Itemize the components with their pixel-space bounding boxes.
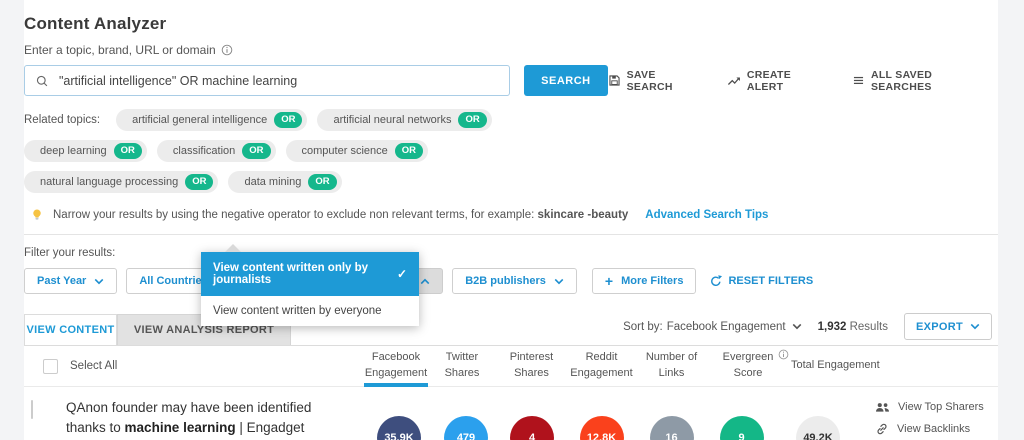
or-operator-badge[interactable]: OR [308, 174, 336, 190]
or-operator-badge[interactable]: OR [114, 143, 142, 159]
search-box [24, 65, 510, 96]
reddit-engagement-circle[interactable]: 12.8K [580, 416, 624, 440]
check-icon: ✓ [397, 267, 407, 281]
column-header-pinterest-shares[interactable]: Pinterest Shares [496, 346, 567, 386]
trending-up-icon [727, 74, 741, 88]
sort-by-label: Sort by: [623, 321, 663, 333]
or-operator-badge[interactable]: OR [458, 112, 486, 128]
search-button[interactable]: SEARCH [524, 65, 607, 96]
or-operator-badge[interactable]: OR [242, 143, 270, 159]
evergreen-score-circle[interactable]: 9 [720, 416, 764, 440]
topic-pill[interactable]: classificationOR [157, 140, 276, 162]
topic-pill[interactable]: natural language processingOR [24, 171, 218, 193]
dropdown-option-journalists-only[interactable]: View content written only by journalists… [201, 252, 419, 296]
chevron-down-icon [970, 323, 980, 330]
link-icon [875, 422, 889, 436]
results-tabbar: VIEW CONTENT VIEW ANALYSIS REPORT Sort b… [24, 315, 998, 346]
people-icon [875, 402, 890, 413]
section-divider [24, 234, 998, 235]
topic-pill[interactable]: artificial neural networksOR [317, 109, 491, 131]
column-header-number-of-links[interactable]: Number of Links [636, 346, 707, 386]
dropdown-option-everyone[interactable]: View content written by everyone [201, 296, 419, 326]
chevron-down-icon [94, 278, 104, 285]
number-of-links-circle[interactable]: 16 [650, 416, 694, 440]
reset-filters-button[interactable]: RESET FILTERS [705, 268, 817, 294]
column-header-facebook-engagement[interactable]: Facebook Engagement [364, 346, 428, 386]
table-header-row: Select All Facebook Engagement Twitter S… [24, 346, 998, 387]
create-alert-button[interactable]: CREATE ALERT [727, 69, 826, 93]
or-operator-badge[interactable]: OR [185, 174, 213, 190]
total-engagement-circle[interactable]: 49.2K [796, 416, 840, 440]
info-icon[interactable] [221, 44, 233, 56]
topic-pill[interactable]: data miningOR [228, 171, 341, 193]
filter-results-label: Filter your results: [24, 247, 998, 259]
content-analyzer-panel: Content Analyzer Enter a topic, brand, U… [24, 0, 998, 440]
tab-view-content[interactable]: VIEW CONTENT [24, 314, 117, 345]
related-topics-label: Related topics: [24, 114, 100, 126]
chevron-up-icon [420, 278, 430, 285]
column-header-twitter-shares[interactable]: Twitter Shares [428, 346, 496, 386]
plus-icon: + [605, 274, 613, 288]
lightbulb-icon [30, 208, 44, 222]
or-operator-badge[interactable]: OR [274, 112, 302, 128]
topic-pill[interactable]: artificial general intelligenceOR [116, 109, 307, 131]
dropdown-caret [225, 244, 241, 252]
select-all-label: Select All [70, 360, 117, 372]
reset-icon [709, 274, 723, 288]
article-title[interactable]: QAnon founder may have been identified t… [66, 398, 354, 439]
column-header-reddit-engagement[interactable]: Reddit Engagement [567, 346, 636, 386]
select-all-checkbox[interactable] [43, 359, 58, 374]
filter-b2b-publishers[interactable]: B2B publishers [452, 268, 577, 294]
search-icon [35, 74, 49, 88]
pinterest-shares-circle[interactable]: 4 [510, 416, 554, 440]
page-title: Content Analyzer [24, 14, 998, 34]
more-filters-button[interactable]: +More Filters [592, 268, 697, 294]
chevron-down-icon [792, 323, 802, 330]
topic-pill[interactable]: computer scienceOR [286, 140, 428, 162]
all-saved-searches-button[interactable]: ALL SAVED SEARCHES [852, 69, 990, 93]
chevron-down-icon [554, 278, 564, 285]
export-button[interactable]: EXPORT [904, 313, 992, 340]
twitter-shares-circle[interactable]: 479 [444, 416, 488, 440]
advanced-search-tips-link[interactable]: Advanced Search Tips [645, 209, 768, 221]
view-backlinks-link[interactable]: View Backlinks [875, 422, 998, 436]
article-actions: View Top Sharers View Backlinks View Ana… [859, 387, 998, 440]
sort-by-select[interactable]: Facebook Engagement [667, 321, 802, 333]
filter-time-range[interactable]: Past Year [24, 268, 117, 294]
save-search-button[interactable]: SAVE SEARCH [608, 69, 701, 93]
article-metrics: 35.9K 479 4 12.8K 16 9 49.2K [364, 387, 859, 440]
article-checkbox[interactable] [31, 400, 33, 419]
facebook-engagement-circle[interactable]: 35.9K [377, 416, 421, 440]
info-icon[interactable] [778, 349, 789, 360]
save-icon [608, 74, 621, 87]
tip-text: Narrow your results by using the negativ… [53, 209, 628, 221]
tip-example: skincare -beauty [538, 209, 629, 221]
column-header-total-engagement[interactable]: Total Engagement [789, 346, 882, 386]
article-row: QAnon founder may have been identified t… [24, 387, 998, 440]
related-topics: Related topics: artificial general intel… [24, 109, 604, 193]
view-top-sharers-link[interactable]: View Top Sharers [875, 401, 998, 413]
topic-pill[interactable]: deep learningOR [24, 140, 147, 162]
results-count: 1,932 Results [818, 321, 888, 333]
column-header-evergreen-score[interactable]: Evergreen Score [707, 346, 789, 386]
list-icon [852, 74, 865, 87]
journalists-dropdown-menu: View content written only by journalists… [201, 252, 419, 326]
search-subtitle: Enter a topic, brand, URL or domain [24, 43, 216, 57]
search-input[interactable] [59, 74, 499, 88]
or-operator-badge[interactable]: OR [395, 143, 423, 159]
